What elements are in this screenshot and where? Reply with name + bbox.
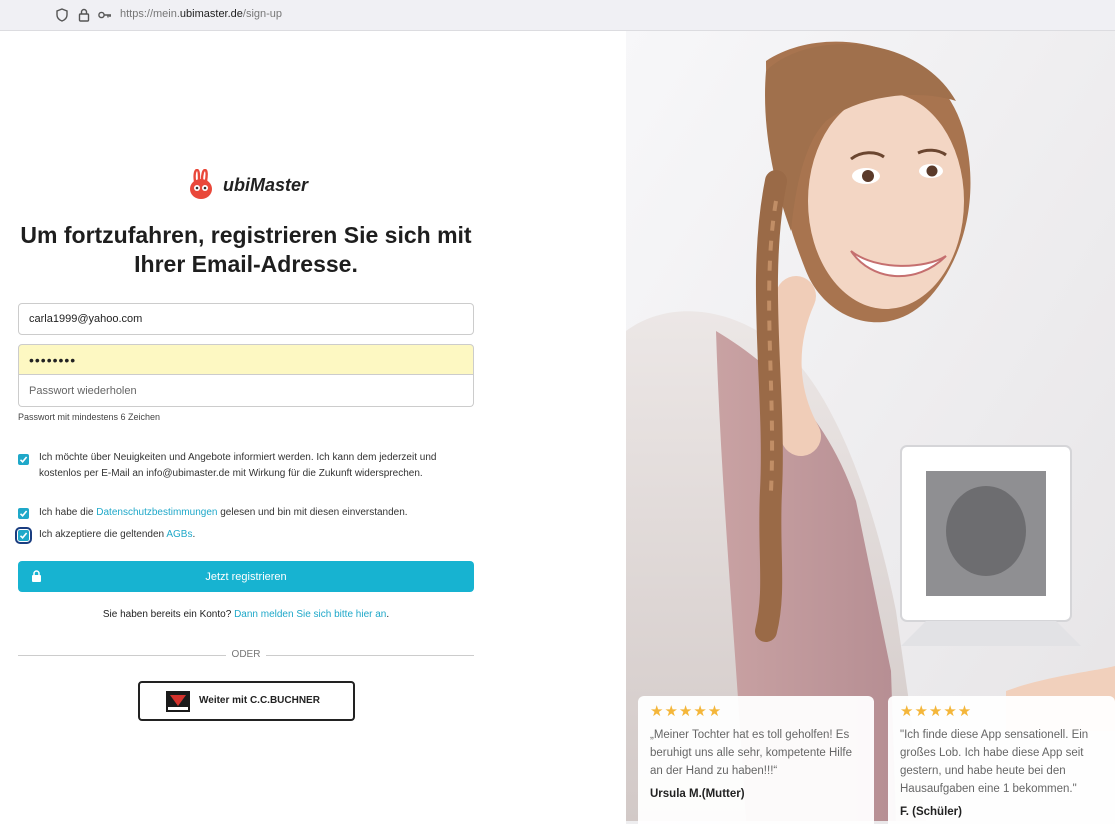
testimonial-author: Ursula M.(Mutter): [650, 788, 745, 800]
login-link[interactable]: Dann melden Sie sich bitte hier an: [234, 609, 386, 620]
rating-stars: ★★★★★: [900, 703, 973, 720]
ccbuchner-button-label: Weiter mit C.C.BUCHNER: [199, 695, 320, 706]
key-icon: [98, 11, 111, 19]
privacy-policy-link[interactable]: Datenschutzbestimmungen: [96, 507, 217, 518]
url-text[interactable]: https://mein.ubimaster.de/sign-up: [120, 8, 282, 20]
testimonial-quote: „Meiner Tochter hat es toll geholfen! Es…: [650, 729, 853, 777]
register-button[interactable]: Jetzt registrieren: [18, 561, 474, 592]
password-hint: Passwort mit mindestens 6 Zeichen: [18, 412, 161, 422]
testimonial-card: ★★★★★ "Ich finde diese App sensationell.…: [888, 696, 1115, 824]
terms-checkbox[interactable]: [15, 527, 32, 544]
terms-link[interactable]: AGBs: [166, 529, 192, 540]
testimonial-card: ★★★★★ „Meiner Tochter hat es toll geholf…: [638, 696, 874, 824]
or-divider: ODER: [18, 649, 474, 661]
privacy-consent-text: Ich habe die Datenschutzbestimmungen gel…: [39, 507, 408, 518]
rating-stars: ★★★★★: [650, 703, 723, 720]
ccbuchner-login-button[interactable]: Weiter mit C.C.BUCHNER: [138, 681, 355, 721]
testimonial-author: F. (Schüler): [900, 806, 962, 818]
checkmark-icon: [19, 532, 28, 539]
lock-icon: [32, 570, 41, 582]
brand-name: ubiMaster: [223, 175, 309, 195]
register-button-label: Jetzt registrieren: [205, 570, 287, 583]
browser-url-bar[interactable]: https://mein.ubimaster.de/sign-up: [0, 0, 1115, 31]
or-divider-text: ODER: [231, 649, 261, 660]
checkmark-icon: [19, 510, 28, 517]
terms-consent-text: Ich akzeptiere die geltenden AGBs.: [39, 529, 196, 540]
ccbuchner-logo-icon: [166, 691, 190, 712]
email-field[interactable]: [18, 303, 474, 335]
signup-panel: ubiMaster Um fortzufahren, registrieren …: [0, 31, 626, 824]
shield-icon: [56, 8, 68, 22]
repeat-password-field[interactable]: [18, 375, 474, 407]
ubimaster-logo-icon: [190, 169, 212, 199]
lock-icon: [78, 8, 90, 22]
newsletter-checkbox[interactable]: [18, 454, 29, 465]
password-field[interactable]: [18, 344, 474, 375]
privacy-checkbox[interactable]: [18, 508, 29, 519]
page-title: Um fortzufahren, registrieren Sie sich m…: [20, 222, 472, 277]
hero-photo: ★★★★★ „Meiner Tochter hat es toll geholf…: [626, 31, 1115, 824]
login-prompt: Sie haben bereits ein Konto? Dann melden…: [102, 609, 390, 620]
checkmark-icon: [19, 456, 28, 463]
testimonial-quote: "Ich finde diese App sensationell. Ein g…: [900, 729, 1089, 795]
newsletter-consent-text: Ich möchte über Neuigkeiten und Angebote…: [39, 452, 437, 479]
